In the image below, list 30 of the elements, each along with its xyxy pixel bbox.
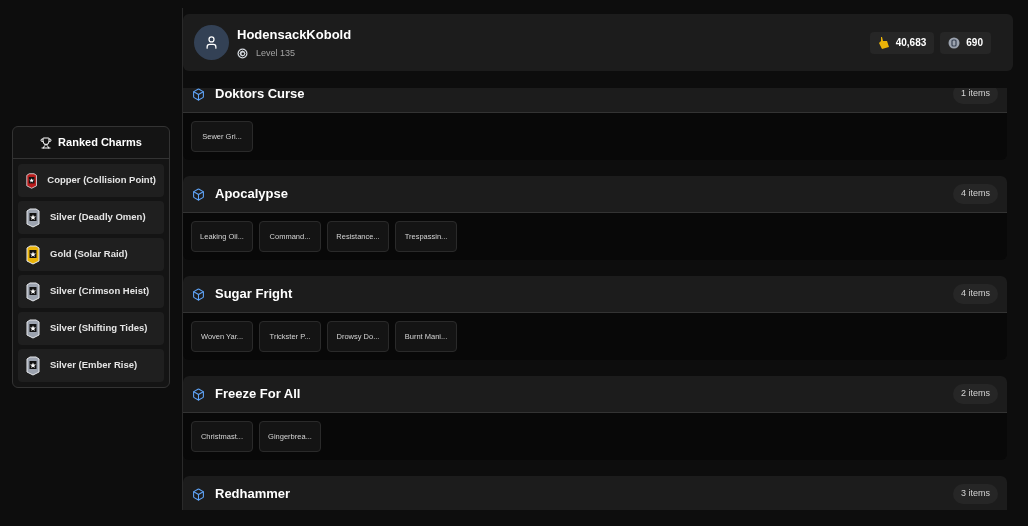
panel-title: Ranked Charms — [58, 135, 142, 151]
player-level: Level 135 — [256, 46, 296, 60]
charm-item[interactable]: Silver (Crimson Heist) — [18, 275, 164, 308]
collection-title: Freeze For All — [215, 385, 301, 404]
currency-chip: 690 — [940, 31, 991, 54]
collection-title: Sugar Fright — [215, 285, 293, 304]
user-icon — [204, 35, 219, 50]
item-count: 3 items — [953, 484, 998, 504]
collection-title: Redhammer — [215, 485, 291, 504]
item-count: 2 items — [953, 384, 998, 404]
cube-icon — [192, 387, 205, 401]
item-count: 1 items — [953, 88, 998, 104]
currency-chip: 40,683 — [869, 31, 935, 54]
charm-item[interactable]: Silver (Deadly Omen) — [18, 201, 164, 234]
charm-item[interactable]: Silver (Shifting Tides) — [18, 312, 164, 345]
cube-icon — [192, 287, 205, 301]
trophy-icon — [40, 136, 53, 149]
player-name: HodensackKobold — [237, 26, 352, 44]
charm-item[interactable]: Copper (Collision Point) — [18, 164, 164, 197]
cube-icon — [192, 487, 205, 501]
spiral-logo-icon — [237, 47, 248, 59]
item-count: 4 items — [953, 284, 998, 304]
charm-item[interactable]: Silver (Ember Rise) — [18, 349, 164, 382]
collection-title: Apocalypse — [215, 185, 288, 204]
charm-item[interactable]: Gold (Solar Raid) — [18, 238, 164, 271]
cube-icon — [192, 187, 205, 201]
item-count: 4 items — [953, 184, 998, 204]
coin-icon — [948, 36, 961, 49]
collection-title: Doktors Curse — [215, 88, 305, 104]
cube-icon — [192, 88, 205, 101]
